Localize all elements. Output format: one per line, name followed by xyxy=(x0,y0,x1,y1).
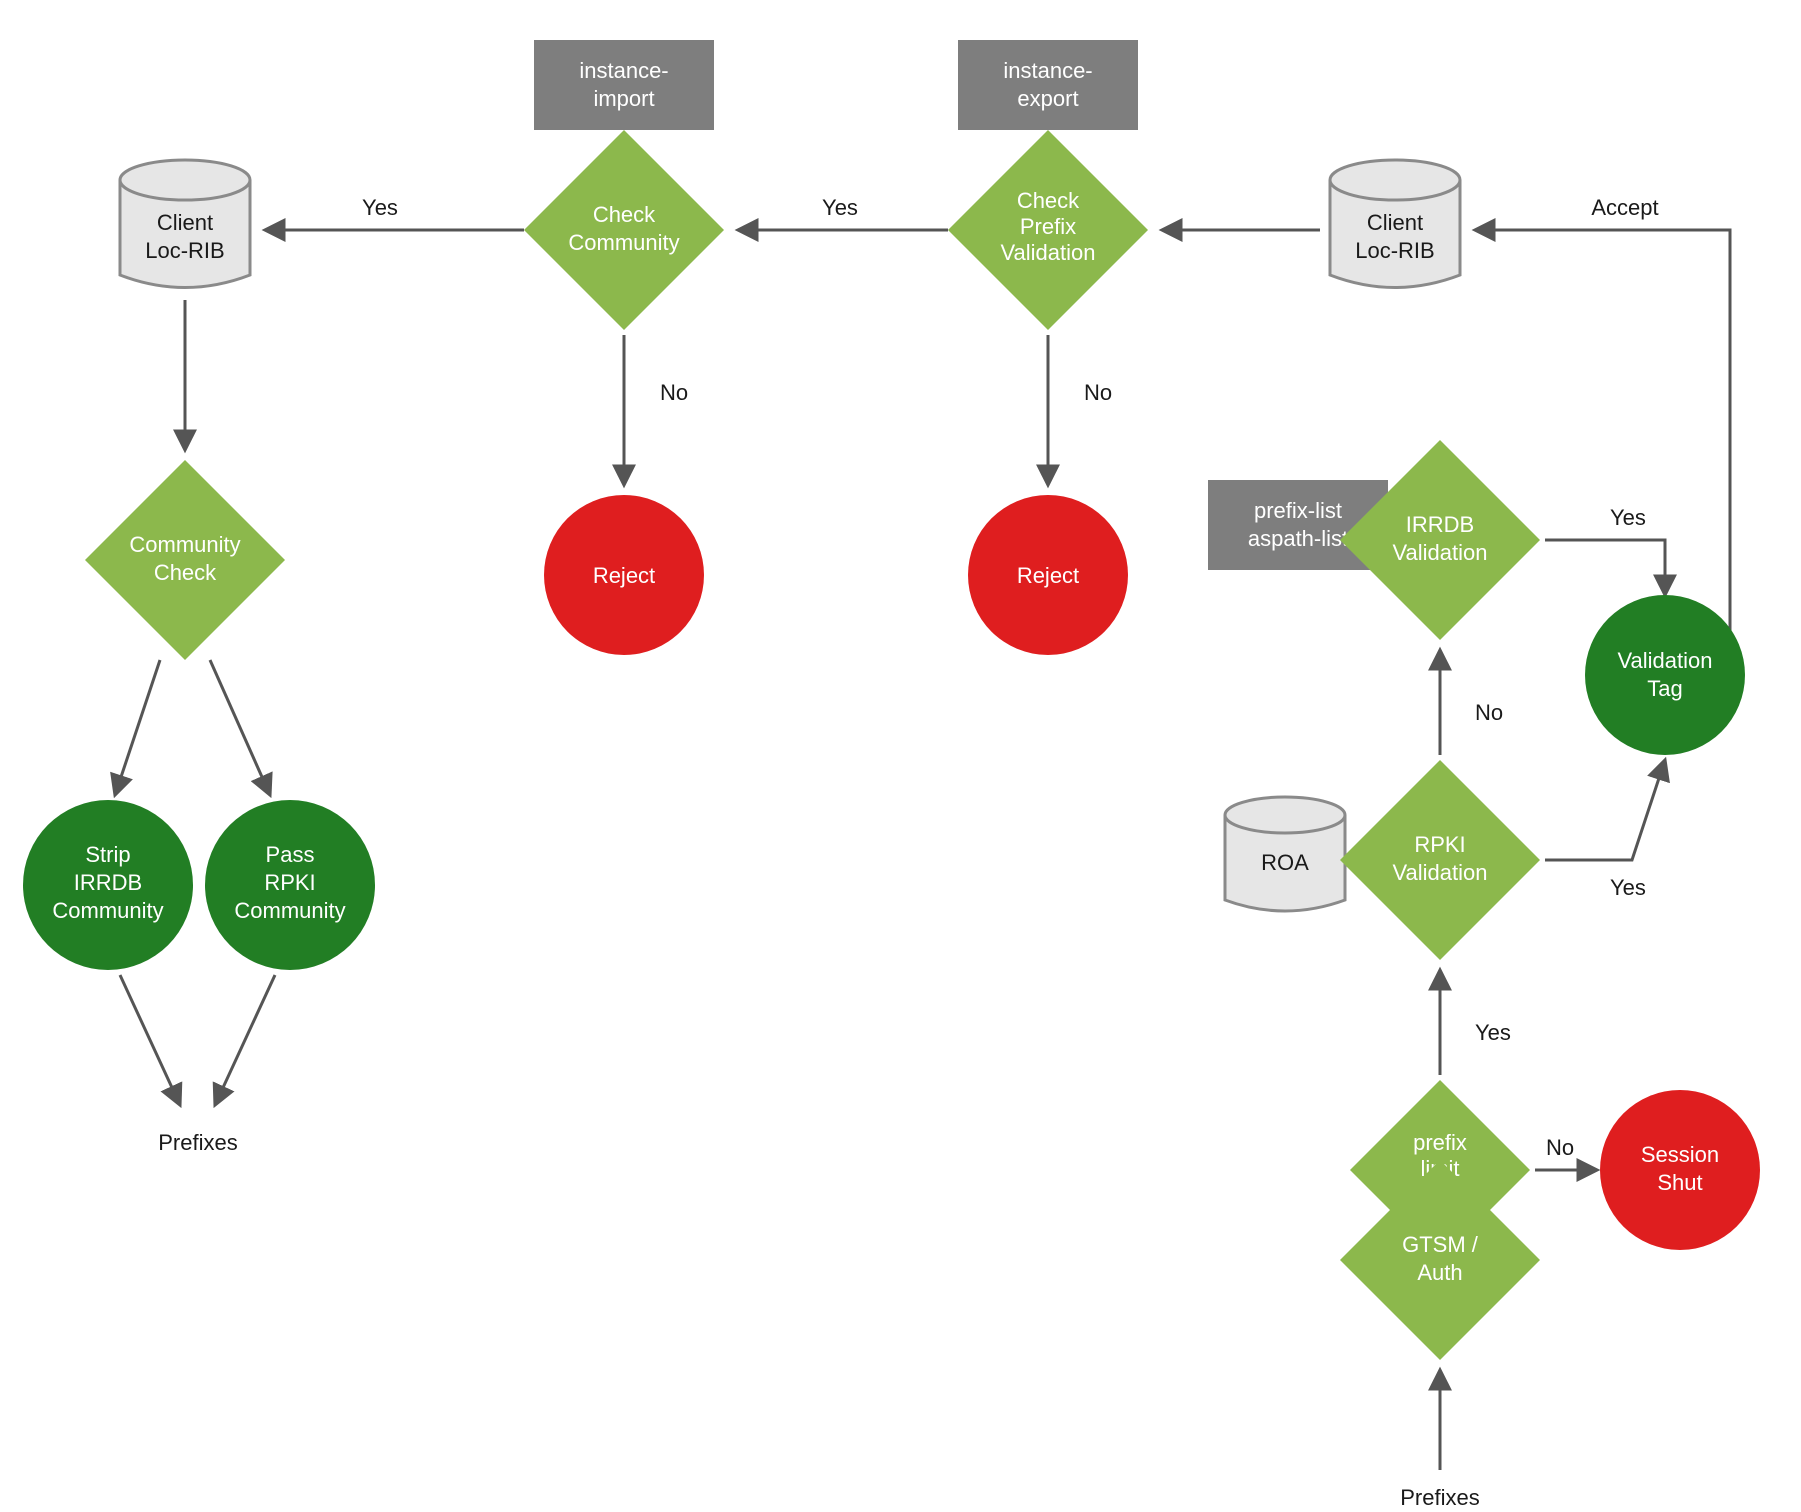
instance-import-box: instance- import xyxy=(534,40,714,130)
cpv-l1: Check xyxy=(1017,188,1080,213)
rpki-l2: Validation xyxy=(1393,860,1488,885)
flow-diagram: instance- import instance- export Client… xyxy=(0,0,1801,1512)
no-label-1: No xyxy=(660,380,688,405)
client-loc-rib-left-l1: Client xyxy=(157,210,213,235)
yes-label-1: Yes xyxy=(362,195,398,220)
accept-label: Accept xyxy=(1591,195,1658,220)
instance-export-l2: export xyxy=(1017,86,1078,111)
validation-tag-circle: Validation Tag xyxy=(1585,595,1745,755)
vt-l1: Validation xyxy=(1618,648,1713,673)
client-loc-rib-left-db: Client Loc-RIB xyxy=(120,160,250,288)
reject-1-label: Reject xyxy=(593,563,655,588)
yes-label-4: Yes xyxy=(1610,875,1646,900)
pass-l3: Community xyxy=(234,898,345,923)
ga-l1: GTSM / xyxy=(1402,1232,1479,1257)
community-check-l2: Check xyxy=(154,560,217,585)
cpv-l3: Validation xyxy=(1001,240,1096,265)
strip-l1: Strip xyxy=(85,842,130,867)
strip-l2: IRRDB xyxy=(74,870,142,895)
pl-l1: prefix xyxy=(1413,1130,1467,1155)
pass-rpki-circle: Pass RPKI Community xyxy=(205,800,375,970)
reject-circle-2: Reject xyxy=(968,495,1128,655)
check-community-l1: Check xyxy=(593,202,656,227)
client-loc-rib-right-l2: Loc-RIB xyxy=(1355,238,1434,263)
no-label-3: No xyxy=(1475,700,1503,725)
reject-2-label: Reject xyxy=(1017,563,1079,588)
irrdb-validation-diamond: IRRDB Validation xyxy=(1340,440,1540,640)
pass-l1: Pass xyxy=(266,842,315,867)
irrdb-l2: Validation xyxy=(1393,540,1488,565)
prefixes-label-right: Prefixes xyxy=(1400,1485,1479,1510)
check-community-diamond: Check Community xyxy=(524,130,724,330)
yes-label-5: Yes xyxy=(1475,1020,1511,1045)
cpv-l2: Prefix xyxy=(1020,214,1076,239)
prefixes-label-left: Prefixes xyxy=(158,1130,237,1155)
ss-l1: Session xyxy=(1641,1142,1719,1167)
yes-label-2: Yes xyxy=(822,195,858,220)
ss-l2: Shut xyxy=(1657,1170,1702,1195)
community-check-l1: Community xyxy=(129,532,240,557)
ga-l2: Auth xyxy=(1417,1260,1462,1285)
strip-irrdb-circle: Strip IRRDB Community xyxy=(23,800,193,970)
community-check-diamond: Community Check xyxy=(85,460,285,660)
rpki-validation-diamond: RPKI Validation xyxy=(1340,760,1540,960)
instance-import-l1: instance- xyxy=(579,58,668,83)
session-shut-circle: Session Shut xyxy=(1600,1090,1760,1250)
irrdb-l1: IRRDB xyxy=(1406,512,1474,537)
pa-l2: aspath-list xyxy=(1248,526,1348,551)
pass-l2: RPKI xyxy=(264,870,315,895)
strip-l3: Community xyxy=(52,898,163,923)
rpki-l1: RPKI xyxy=(1414,832,1465,857)
roa-db: ROA xyxy=(1225,797,1345,911)
no-label-4: No xyxy=(1546,1135,1574,1160)
instance-export-l1: instance- xyxy=(1003,58,1092,83)
vt-l2: Tag xyxy=(1647,676,1682,701)
reject-circle-1: Reject xyxy=(544,495,704,655)
instance-import-l2: import xyxy=(593,86,654,111)
pa-l1: prefix-list xyxy=(1254,498,1342,523)
no-label-2: No xyxy=(1084,380,1112,405)
client-loc-rib-left-l2: Loc-RIB xyxy=(145,238,224,263)
instance-export-box: instance- export xyxy=(958,40,1138,130)
client-loc-rib-right-l1: Client xyxy=(1367,210,1423,235)
client-loc-rib-right-db: Client Loc-RIB xyxy=(1330,160,1460,288)
check-prefix-validation-diamond: Check Prefix Validation xyxy=(948,130,1148,330)
roa-label: ROA xyxy=(1261,850,1309,875)
check-community-l2: Community xyxy=(568,230,679,255)
yes-label-3: Yes xyxy=(1610,505,1646,530)
